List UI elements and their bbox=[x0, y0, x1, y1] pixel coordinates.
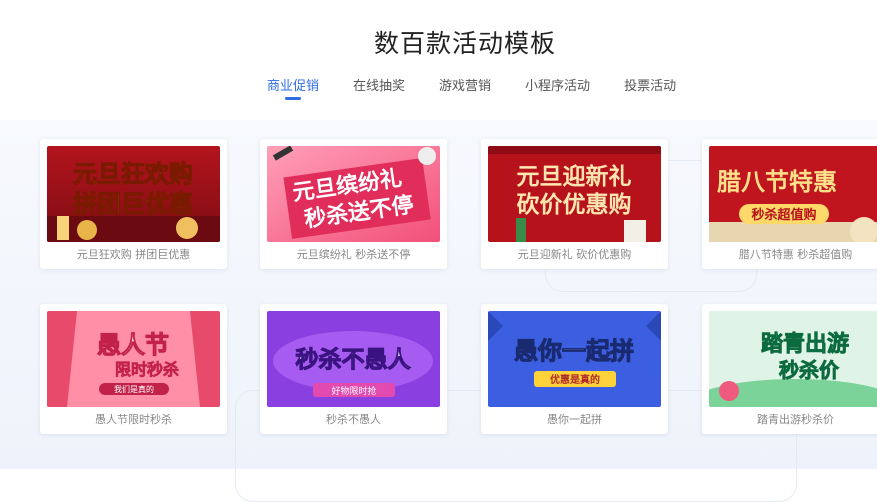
template-thumbnail: 元旦迎新礼 砍价优惠购 bbox=[488, 146, 661, 242]
template-thumbnail: 愚人节 限时秒杀 我们是真的 bbox=[47, 311, 220, 407]
template-caption: 元旦迎新礼 砍价优惠购 bbox=[517, 248, 632, 261]
template-card[interactable]: 愚人节 限时秒杀 我们是真的 愚人节限时秒杀 bbox=[40, 304, 227, 434]
template-card[interactable]: 秒杀不愚人 好物限时抢 秒杀不愚人 bbox=[260, 304, 447, 434]
template-headline: 踏青出游 bbox=[761, 331, 849, 357]
template-caption: 元旦缤纷礼 秒杀送不停 bbox=[296, 248, 411, 261]
template-caption: 愚你一起拼 bbox=[547, 413, 602, 426]
template-headline: 元旦迎新礼 bbox=[517, 163, 632, 190]
tab-commerce-promotion[interactable]: 商业促销 bbox=[250, 78, 336, 108]
template-thumbnail: 元旦缤纷礼 秒杀送不停 bbox=[267, 146, 440, 242]
template-card[interactable]: 元旦狂欢购 拼团巨优惠 元旦狂欢购 拼团巨优惠 bbox=[40, 139, 227, 269]
template-headline: 愚你一起拼 bbox=[514, 336, 634, 365]
tab-voting[interactable]: 投票活动 bbox=[607, 78, 693, 108]
template-thumbnail: 腊八节特惠 秒杀超值购 bbox=[709, 146, 877, 242]
template-subhead: 秒杀超值购 bbox=[751, 207, 816, 223]
template-headline: 愚人节 bbox=[97, 330, 169, 359]
template-caption: 元旦狂欢购 拼团巨优惠 bbox=[76, 248, 191, 261]
template-card[interactable]: 元旦缤纷礼 秒杀送不停 元旦缤纷礼 秒杀送不停 bbox=[260, 139, 447, 269]
template-thumbnail: 元旦狂欢购 拼团巨优惠 bbox=[47, 146, 220, 242]
template-caption: 踏青出游秒杀价 bbox=[757, 413, 834, 426]
template-headline: 限时秒杀 bbox=[115, 360, 179, 379]
tab-mini-program[interactable]: 小程序活动 bbox=[508, 78, 607, 108]
tab-online-lottery[interactable]: 在线抽奖 bbox=[336, 78, 422, 108]
template-card[interactable]: 腊八节特惠 秒杀超值购 腊八节特惠 秒杀超值购 bbox=[702, 139, 877, 269]
template-caption: 秒杀不愚人 bbox=[326, 413, 381, 426]
template-headline: 秒杀不愚人 bbox=[296, 346, 412, 373]
template-headline: 腊八节特惠 bbox=[716, 167, 837, 196]
template-subhead: 我们是真的 bbox=[114, 384, 154, 394]
template-headline: 拼团巨优惠 bbox=[73, 189, 193, 218]
template-headline: 元旦狂欢购 bbox=[73, 159, 193, 188]
template-caption: 愚人节限时秒杀 bbox=[95, 413, 172, 426]
template-card[interactable]: 元旦迎新礼 砍价优惠购 元旦迎新礼 砍价优惠购 bbox=[481, 139, 668, 269]
template-thumbnail: 愚你一起拼 优惠是真的 bbox=[488, 311, 661, 407]
category-tabs: 商业促销 在线抽奖 游戏营销 小程序活动 投票活动 bbox=[250, 78, 693, 108]
template-headline: 砍价优惠购 bbox=[517, 191, 632, 218]
template-caption: 腊八节特惠 秒杀超值购 bbox=[738, 248, 853, 261]
template-card[interactable]: 踏青出游 秒杀价 踏青出游秒杀价 bbox=[702, 304, 877, 434]
template-subhead: 好物限时抢 bbox=[331, 385, 376, 397]
template-subhead: 优惠是真的 bbox=[550, 373, 600, 386]
template-thumbnail: 秒杀不愚人 好物限时抢 bbox=[267, 311, 440, 407]
template-card[interactable]: 愚你一起拼 优惠是真的 愚你一起拼 bbox=[481, 304, 668, 434]
page-title: 数百款活动模板 bbox=[373, 29, 556, 58]
tab-game-marketing[interactable]: 游戏营销 bbox=[422, 78, 508, 108]
template-headline: 秒杀价 bbox=[779, 358, 840, 382]
template-thumbnail: 踏青出游 秒杀价 bbox=[709, 311, 877, 407]
